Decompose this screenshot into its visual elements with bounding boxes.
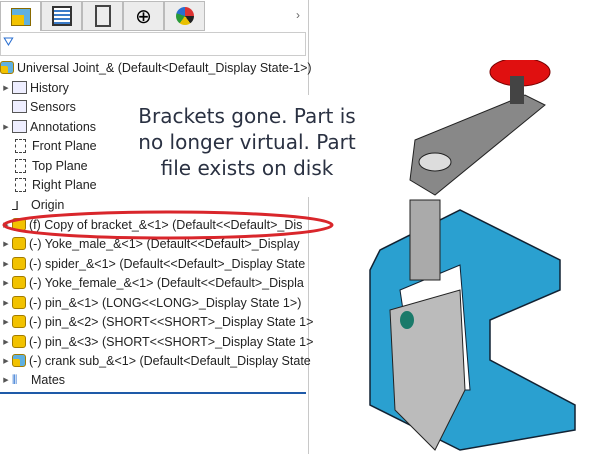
3d-model: [369, 60, 576, 451]
shaft: [409, 199, 441, 281]
highlight-ellipse: [2, 210, 334, 240]
callout-line: no longer virtual. Part: [138, 130, 356, 154]
callout-line: file exists on disk: [160, 156, 334, 180]
callout-line: Brackets gone. Part is: [138, 104, 356, 128]
crank-arm: [409, 94, 546, 196]
model-viewport[interactable]: [340, 60, 600, 454]
callout-note: Brackets gone. Part is no longer virtual…: [123, 95, 371, 197]
